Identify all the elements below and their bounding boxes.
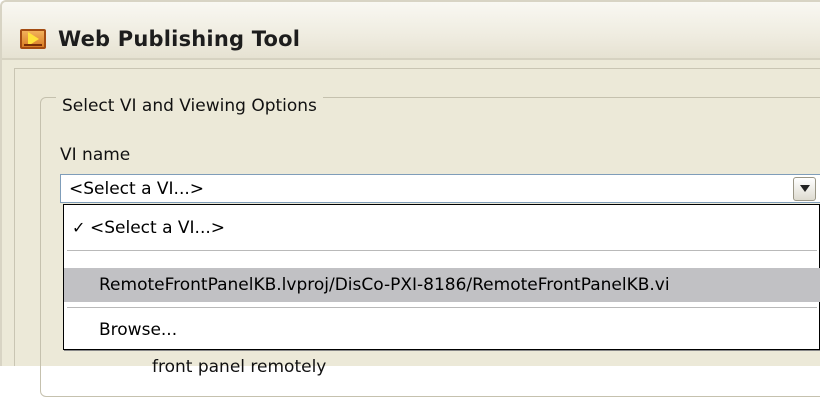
vi-name-dropdown-list: ✓ <Select a VI...> RemoteFrontPanelKB.lv… bbox=[63, 204, 820, 350]
title-bar: Web Publishing Tool bbox=[2, 2, 820, 60]
dropdown-separator bbox=[67, 250, 817, 251]
groupbox-label: Select VI and Viewing Options bbox=[56, 96, 323, 116]
window-title: Web Publishing Tool bbox=[58, 27, 301, 51]
dropdown-separator bbox=[67, 307, 817, 308]
dropdown-toggle-button[interactable] bbox=[793, 177, 816, 201]
vi-name-label: VI name bbox=[60, 145, 131, 165]
option-browse[interactable]: Browse... bbox=[64, 313, 820, 347]
option-remote-front-panel-vi[interactable]: RemoteFrontPanelKB.lvproj/DisCo-PXI-8186… bbox=[64, 268, 820, 302]
checkmark-icon: ✓ bbox=[72, 218, 86, 237]
icon-bar bbox=[24, 44, 42, 46]
vi-name-combobox[interactable]: <Select a VI...> bbox=[60, 174, 820, 203]
option-select-a-vi[interactable]: ✓ <Select a VI...> bbox=[64, 211, 820, 245]
option-label: <Select a VI...> bbox=[90, 218, 226, 238]
labview-vi-icon bbox=[20, 29, 46, 49]
option-label: Browse... bbox=[99, 320, 178, 340]
vi-name-selected-value: <Select a VI...> bbox=[69, 179, 205, 199]
option-label: RemoteFrontPanelKB.lvproj/DisCo-PXI-8186… bbox=[99, 275, 670, 295]
chevron-down-icon bbox=[800, 185, 810, 192]
partial-option-text: front panel remotely bbox=[152, 357, 327, 377]
